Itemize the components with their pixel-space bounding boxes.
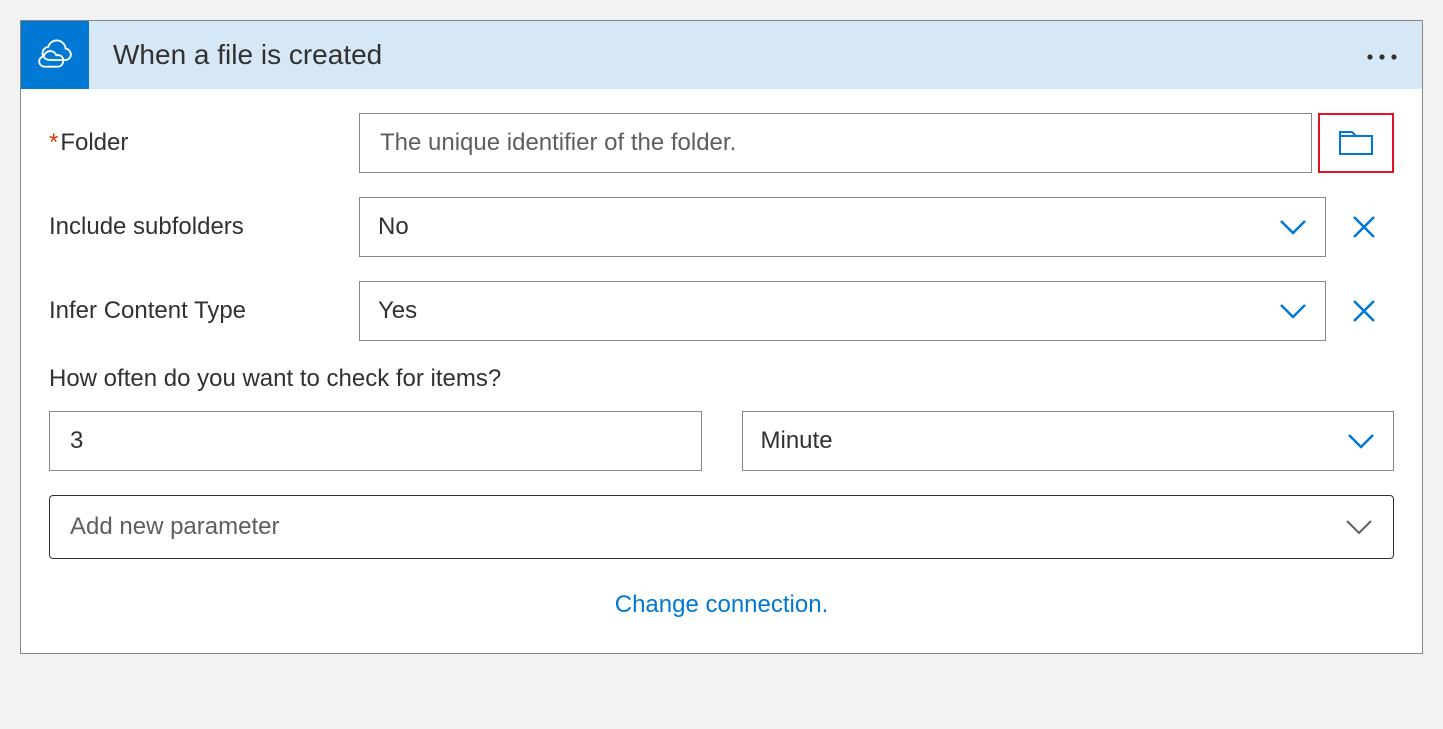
required-asterisk: * [49, 129, 58, 156]
card-title: When a file is created [113, 39, 1342, 71]
onedrive-icon [35, 35, 75, 75]
infer-content-type-select[interactable]: Yes [359, 281, 1326, 341]
folder-picker-button[interactable] [1318, 113, 1394, 173]
remove-include-subfolders-button[interactable] [1334, 197, 1394, 257]
remove-infer-content-type-button[interactable] [1334, 281, 1394, 341]
infer-content-type-label: Infer Content Type [49, 297, 359, 325]
polling-label: How often do you want to check for items… [49, 365, 1394, 393]
frequency-select[interactable]: Minute [742, 411, 1395, 471]
include-subfolders-label: Include subfolders [49, 213, 359, 241]
folder-input-field[interactable] [378, 128, 1293, 158]
chevron-down-icon [1347, 432, 1375, 450]
include-subfolders-row: Include subfolders No [49, 197, 1394, 257]
infer-content-type-row: Infer Content Type Yes [49, 281, 1394, 341]
folder-input[interactable] [359, 113, 1312, 173]
ellipsis-icon [1366, 52, 1398, 62]
chevron-down-icon [1279, 302, 1307, 320]
folder-label: *Folder [49, 129, 359, 157]
include-subfolders-select[interactable]: No [359, 197, 1326, 257]
card-menu-button[interactable] [1342, 41, 1422, 69]
close-icon [1351, 214, 1377, 240]
interval-input[interactable] [49, 411, 702, 471]
card-header[interactable]: When a file is created [21, 21, 1422, 89]
chevron-down-icon [1345, 518, 1373, 536]
interval-input-field[interactable] [68, 426, 683, 456]
chevron-down-icon [1279, 218, 1307, 236]
change-connection-link[interactable]: Change connection. [49, 583, 1394, 629]
add-new-parameter-select[interactable]: Add new parameter [49, 495, 1394, 559]
polling-row: Minute [49, 411, 1394, 471]
trigger-card: When a file is created *Folder Include s… [20, 20, 1423, 654]
connector-icon-box [21, 21, 89, 89]
folder-icon [1338, 128, 1374, 158]
folder-row: *Folder [49, 113, 1394, 173]
close-icon [1351, 298, 1377, 324]
card-body: *Folder Include subfolders No [21, 89, 1422, 653]
